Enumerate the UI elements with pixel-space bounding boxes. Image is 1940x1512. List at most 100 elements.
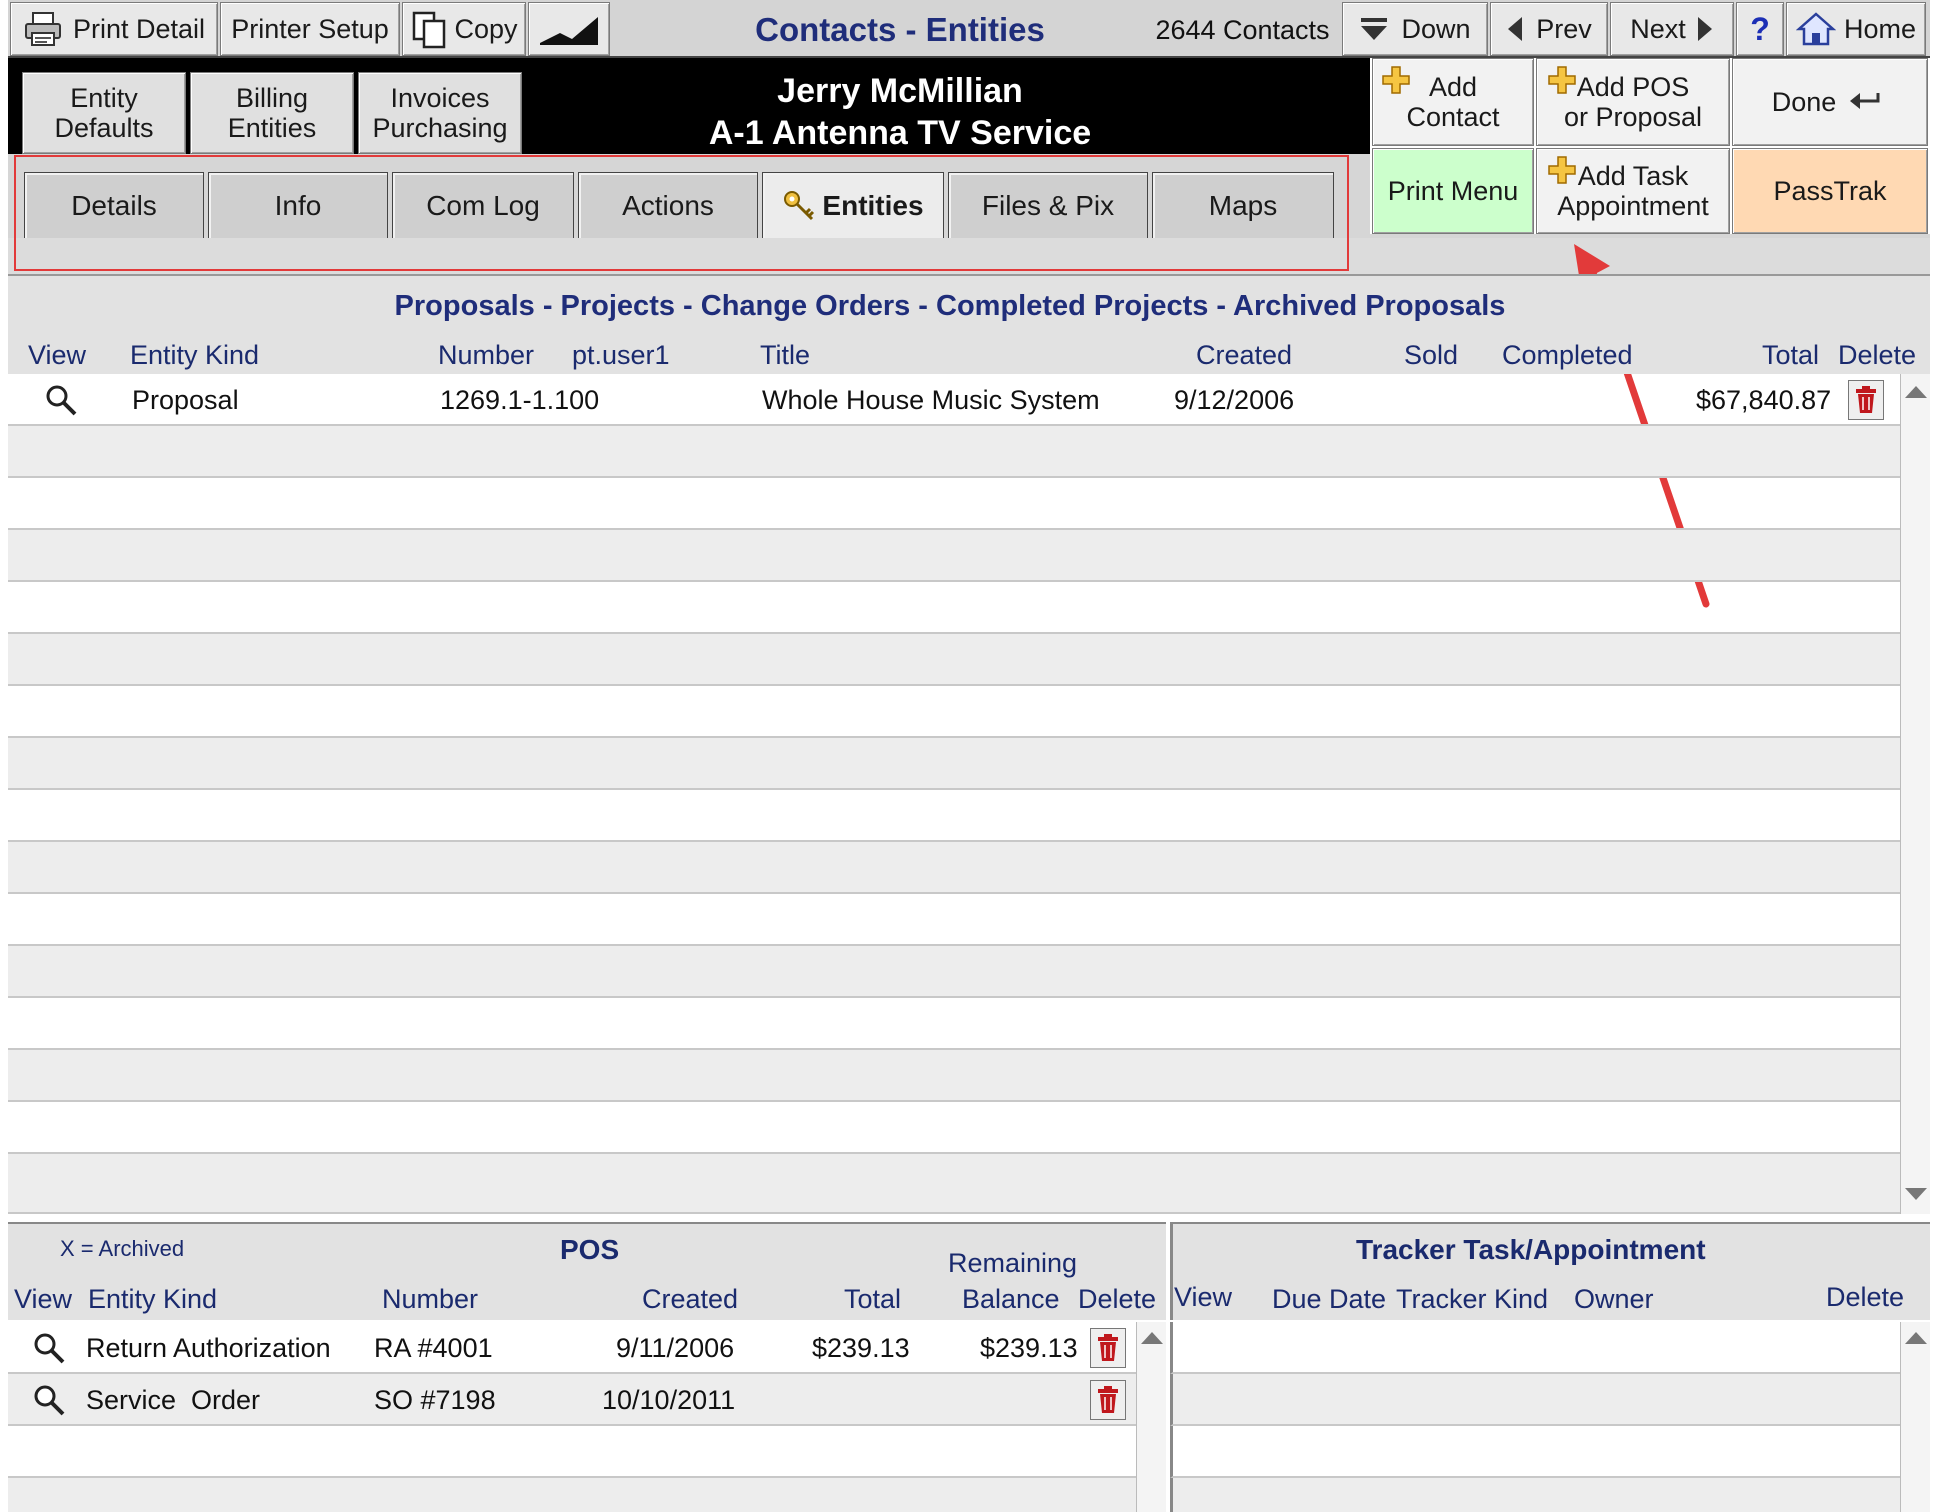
table-row xyxy=(8,1050,1900,1102)
billing-entities-button[interactable]: Billing Entities xyxy=(190,72,354,154)
pos-scrollbar[interactable] xyxy=(1136,1322,1166,1512)
magnifier-icon[interactable] xyxy=(32,1383,66,1417)
down-button[interactable]: Down xyxy=(1342,2,1488,56)
billing-entities-line1: Billing xyxy=(235,83,309,113)
pos-col-total: Total xyxy=(844,1284,902,1314)
list-item xyxy=(1170,1478,1900,1512)
pos-col-entity-kind: Entity Kind xyxy=(88,1284,218,1314)
tracker-col-due-date: Due Date xyxy=(1272,1284,1387,1314)
tracker-col-delete: Delete xyxy=(1826,1282,1905,1312)
left-arrow-icon xyxy=(1508,17,1523,41)
proposals-title: Proposals - Projects - Change Orders - C… xyxy=(394,290,1506,322)
row-total: $67,840.87 xyxy=(1696,385,1832,415)
table-row xyxy=(8,894,1900,946)
print-menu-button[interactable]: Print Menu xyxy=(1372,148,1534,234)
plus-icon xyxy=(1548,156,1576,184)
home-button[interactable]: Home xyxy=(1786,2,1926,56)
next-button[interactable]: Next xyxy=(1610,2,1734,56)
copy-button[interactable]: Copy xyxy=(402,2,526,56)
scroll-up-icon[interactable] xyxy=(1141,1332,1163,1344)
pos-title: POS xyxy=(560,1234,620,1265)
pos-row-number: RA #4001 xyxy=(374,1333,493,1363)
magnifier-icon[interactable] xyxy=(44,383,78,417)
list-item[interactable]: Return Authorization RA #4001 9/11/2006 … xyxy=(8,1322,1136,1374)
table-row xyxy=(8,1102,1900,1154)
entity-defaults-line2: Defaults xyxy=(54,113,154,143)
pos-col-created: Created xyxy=(642,1284,739,1314)
proposals-header xyxy=(8,274,1930,374)
passtrak-label: PassTrak xyxy=(1773,176,1887,206)
invoices-purchasing-line1: Invoices xyxy=(390,83,490,113)
return-arrow-icon xyxy=(1850,93,1880,109)
table-row xyxy=(8,842,1900,894)
proposals-scrollbar[interactable] xyxy=(1900,374,1930,1214)
scroll-down-icon[interactable] xyxy=(1905,1188,1927,1200)
pos-col-delete: Delete xyxy=(1078,1284,1157,1314)
pos-row-total: $239.13 xyxy=(812,1333,910,1363)
contact-count: 2644 Contacts xyxy=(1155,15,1330,45)
record-identity: Jerry McMillian A-1 Antenna TV Service xyxy=(600,70,1200,154)
add-pos-line2: or Proposal xyxy=(1563,102,1703,132)
printer-setup-button[interactable]: Printer Setup xyxy=(220,2,400,56)
contact-name: Jerry McMillian xyxy=(777,72,1023,110)
table-row xyxy=(8,790,1900,842)
add-contact-line2: Contact xyxy=(1406,102,1500,132)
delete-button[interactable] xyxy=(1090,1328,1126,1368)
help-button[interactable]: ? xyxy=(1736,2,1784,56)
add-pos-button[interactable]: Add POS or Proposal xyxy=(1536,58,1730,146)
plus-icon xyxy=(1548,66,1576,94)
home-label: Home xyxy=(1843,14,1917,44)
list-item xyxy=(1170,1426,1900,1478)
col-delete: Delete xyxy=(1838,340,1917,370)
pos-col-view: View xyxy=(14,1284,73,1314)
tracker-scrollbar[interactable] xyxy=(1900,1322,1930,1512)
invoices-purchasing-button[interactable]: Invoices Purchasing xyxy=(358,72,522,154)
prev-button[interactable]: Prev xyxy=(1490,2,1608,56)
trash-icon xyxy=(1098,1334,1118,1361)
row-title: Whole House Music System xyxy=(762,385,1100,415)
print-detail-button[interactable]: Print Detail xyxy=(10,2,218,56)
delete-button[interactable] xyxy=(1848,380,1884,420)
passtrak-button[interactable]: PassTrak xyxy=(1732,148,1928,234)
add-contact-button[interactable]: Add Contact xyxy=(1372,58,1534,146)
tracker-col-view: View xyxy=(1174,1282,1233,1312)
list-item xyxy=(8,1478,1136,1512)
row-created: 9/12/2006 xyxy=(1174,385,1295,415)
pos-row-created: 10/10/2011 xyxy=(602,1385,736,1415)
table-row xyxy=(8,426,1900,478)
company-name: A-1 Antenna TV Service xyxy=(708,114,1092,152)
entity-defaults-button[interactable]: Entity Defaults xyxy=(22,72,186,154)
tracker-col-tracker-kind: Tracker Kind xyxy=(1396,1284,1549,1314)
chart-button[interactable] xyxy=(528,2,610,56)
row-entity-kind: Proposal xyxy=(132,385,239,415)
right-arrow-icon xyxy=(1697,17,1712,41)
help-label: ? xyxy=(1750,11,1770,47)
done-button[interactable]: Done xyxy=(1732,58,1928,146)
entity-defaults-line1: Entity xyxy=(70,83,138,113)
table-row xyxy=(8,946,1900,998)
list-item xyxy=(1170,1322,1900,1374)
next-label: Next xyxy=(1630,14,1686,44)
pos-row-entity-kind: Service Order xyxy=(86,1385,261,1415)
table-row[interactable]: Proposal 1269.1-1.100 Whole House Music … xyxy=(8,374,1900,426)
list-item[interactable]: Service Order SO #7198 10/10/2011 xyxy=(8,1374,1136,1426)
page-title: Contacts - Entities xyxy=(755,11,1045,48)
col-entity-kind: Entity Kind xyxy=(130,340,260,370)
tracker-title: Tracker Task/Appointment xyxy=(1356,1234,1706,1265)
col-total: Total xyxy=(1762,340,1820,370)
delete-button[interactable] xyxy=(1090,1380,1126,1420)
pos-row-created: 9/11/2006 xyxy=(616,1333,735,1363)
pos-col-number: Number xyxy=(382,1284,479,1314)
add-task-button[interactable]: Add Task Appointment xyxy=(1536,148,1730,234)
col-completed: Completed xyxy=(1502,340,1633,370)
magnifier-icon[interactable] xyxy=(32,1331,66,1365)
scroll-up-icon[interactable] xyxy=(1905,1332,1927,1344)
col-sold: Sold xyxy=(1404,340,1459,370)
col-pt-user1: pt.user1 xyxy=(572,340,670,370)
pos-row-entity-kind: Return Authorization xyxy=(86,1333,331,1363)
trash-icon xyxy=(1098,1386,1118,1413)
print-detail-label: Print Detail xyxy=(72,14,206,44)
archived-legend: X = Archived xyxy=(60,1236,185,1261)
table-row xyxy=(8,478,1900,530)
scroll-up-icon[interactable] xyxy=(1905,386,1927,398)
